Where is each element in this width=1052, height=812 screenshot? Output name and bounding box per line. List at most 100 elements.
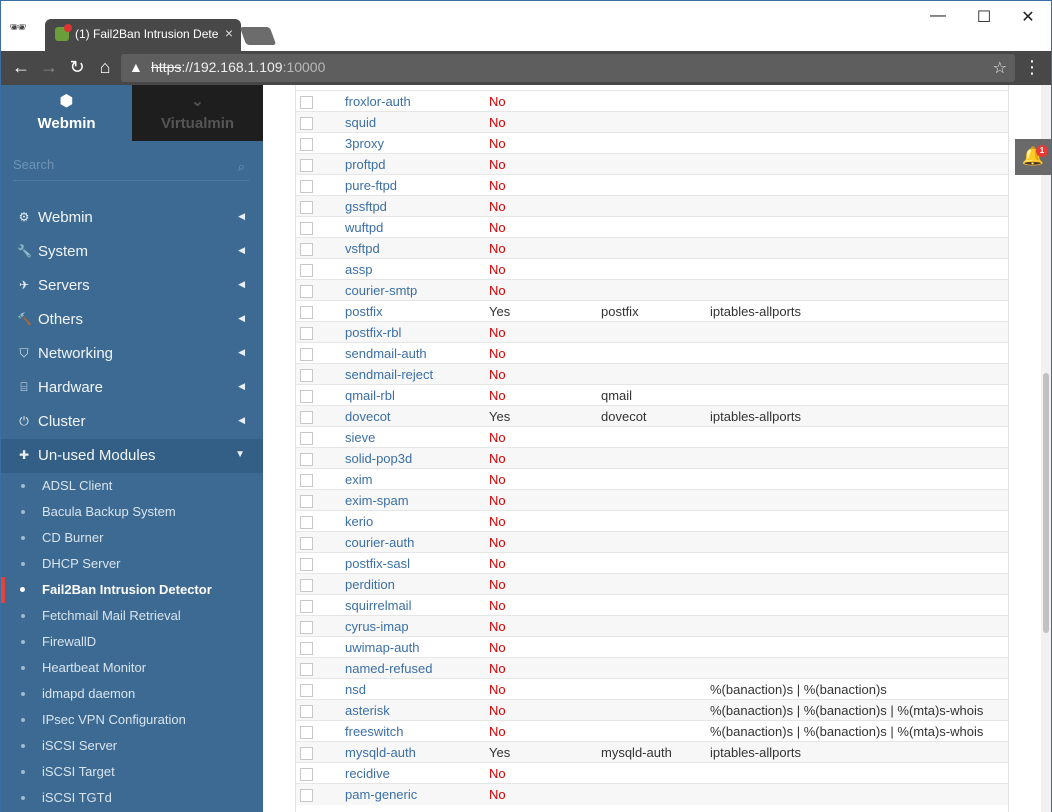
- jail-name-link[interactable]: sieve: [345, 426, 489, 448]
- address-bar[interactable]: ▲ https://192.168.1.109:10000 ☆: [121, 54, 1015, 82]
- jail-name-link[interactable]: kerio: [345, 510, 489, 532]
- sidebar-subitem-fetchmail[interactable]: Fetchmail Mail Retrieval: [1, 603, 263, 629]
- jail-name-link[interactable]: uwimap-auth: [345, 636, 489, 658]
- sidebar-subitem-adsl-client[interactable]: ADSL Client: [1, 473, 263, 499]
- row-checkbox[interactable]: [300, 221, 313, 235]
- sidebar-item-system[interactable]: 🔧 System ◀: [1, 235, 263, 269]
- jail-name-link[interactable]: gssftpd: [345, 195, 489, 217]
- reload-icon[interactable]: ↻: [65, 57, 89, 78]
- home-icon[interactable]: ⌂: [93, 57, 117, 78]
- bookmark-star-icon[interactable]: ☆: [993, 58, 1007, 78]
- jail-name-link[interactable]: wuftpd: [345, 216, 489, 238]
- row-checkbox[interactable]: [300, 452, 313, 466]
- row-checkbox[interactable]: [300, 263, 313, 277]
- jail-name-link[interactable]: squid: [345, 111, 489, 133]
- jail-name-link[interactable]: asterisk: [345, 699, 489, 721]
- jail-name-link[interactable]: exim-spam: [345, 489, 489, 511]
- row-checkbox[interactable]: [300, 347, 313, 361]
- row-checkbox[interactable]: [300, 473, 313, 487]
- forward-icon[interactable]: →: [37, 57, 61, 78]
- row-checkbox[interactable]: [300, 578, 313, 592]
- row-checkbox[interactable]: [300, 620, 313, 634]
- jail-name-link[interactable]: courier-auth: [345, 531, 489, 553]
- row-checkbox[interactable]: [300, 179, 313, 193]
- back-icon[interactable]: ←: [9, 57, 33, 78]
- row-checkbox[interactable]: [300, 242, 313, 256]
- sidebar-subitem-cd-burner[interactable]: CD Burner: [1, 525, 263, 551]
- scrollbar-thumb[interactable]: [1043, 373, 1049, 633]
- row-checkbox[interactable]: [300, 704, 313, 718]
- sidebar-subitem-iscsi-tgtd[interactable]: iSCSI TGTd: [1, 785, 263, 811]
- sidebar-subitem-bacula[interactable]: Bacula Backup System: [1, 499, 263, 525]
- sidebar-item-hardware[interactable]: ⌸ Hardware ◀: [1, 371, 263, 405]
- jail-name-link[interactable]: 3proxy: [345, 132, 489, 154]
- row-checkbox[interactable]: [300, 788, 313, 802]
- jail-name-link[interactable]: recidive: [345, 762, 489, 784]
- sidebar-item-unused-modules[interactable]: ✚ Un-used Modules ▼: [1, 439, 263, 473]
- search-icon[interactable]: ⌕: [238, 159, 245, 175]
- sidebar-subitem-firewalld[interactable]: FirewallD: [1, 629, 263, 655]
- row-checkbox[interactable]: [300, 158, 313, 172]
- row-checkbox[interactable]: [300, 557, 313, 571]
- sidebar-subitem-heartbeat[interactable]: Heartbeat Monitor: [1, 655, 263, 681]
- jail-name-link[interactable]: qmail-rbl: [345, 384, 489, 406]
- sidebar-item-cluster[interactable]: ⏻ Cluster ◀: [1, 405, 263, 439]
- jail-name-link[interactable]: assp: [345, 258, 489, 280]
- sidebar-subitem-ipsec[interactable]: IPsec VPN Configuration: [1, 707, 263, 733]
- sidebar-subitem-dhcp-server[interactable]: DHCP Server: [1, 551, 263, 577]
- row-checkbox[interactable]: [300, 683, 313, 697]
- sidebar-subitem-idmapd[interactable]: idmapd daemon: [1, 681, 263, 707]
- jail-name-link[interactable]: proftpd: [345, 153, 489, 175]
- sidebar-subitem-fail2ban[interactable]: Fail2Ban Intrusion Detector: [1, 577, 263, 603]
- sidebar-subitem-iscsi-server[interactable]: iSCSI Server: [1, 733, 263, 759]
- jail-name-link[interactable]: postfix-sasl: [345, 552, 489, 574]
- jail-name-link[interactable]: perdition: [345, 573, 489, 595]
- browser-tab[interactable]: (1) Fail2Ban Intrusion Dete ×: [45, 19, 241, 51]
- row-checkbox[interactable]: [300, 389, 313, 403]
- row-checkbox[interactable]: [300, 641, 313, 655]
- row-checkbox[interactable]: [300, 494, 313, 508]
- row-checkbox[interactable]: [300, 200, 313, 214]
- sidebar-item-webmin[interactable]: ⚙ Webmin ◀: [1, 201, 263, 235]
- jail-name-link[interactable]: dovecot: [345, 405, 489, 427]
- jail-name-link[interactable]: vsftpd: [345, 237, 489, 259]
- row-checkbox[interactable]: [300, 305, 313, 319]
- jail-name-link[interactable]: squirrelmail: [345, 594, 489, 616]
- jail-name-link[interactable]: froxlor-auth: [345, 90, 489, 112]
- tab-close-icon[interactable]: ×: [225, 25, 233, 41]
- jail-name-link[interactable]: postfix: [345, 300, 489, 322]
- virtualmin-switch[interactable]: ⌄ Virtualmin: [132, 85, 263, 141]
- minimize-icon[interactable]: —: [915, 7, 961, 25]
- browser-menu-icon[interactable]: ⋮: [1023, 57, 1041, 78]
- sidebar-subitem-iscsi-target[interactable]: iSCSI Target: [1, 759, 263, 785]
- close-window-icon[interactable]: ✕: [1005, 7, 1051, 27]
- new-tab-button[interactable]: [239, 27, 277, 45]
- jail-name-link[interactable]: named-refused: [345, 657, 489, 679]
- row-checkbox[interactable]: [300, 368, 313, 382]
- jail-name-link[interactable]: mysqld-auth: [345, 741, 489, 763]
- notifications-button[interactable]: 🔔 1: [1015, 139, 1051, 175]
- jail-name-link[interactable]: exim: [345, 468, 489, 490]
- jail-name-link[interactable]: sendmail-auth: [345, 342, 489, 364]
- jail-name-link[interactable]: freeswitch: [345, 720, 489, 742]
- search-input[interactable]: Search ⌕: [13, 157, 249, 181]
- row-checkbox[interactable]: [300, 137, 313, 151]
- sidebar-item-servers[interactable]: ✈ Servers ◀: [1, 269, 263, 303]
- row-checkbox[interactable]: [300, 536, 313, 550]
- row-checkbox[interactable]: [300, 662, 313, 676]
- row-checkbox[interactable]: [300, 284, 313, 298]
- row-checkbox[interactable]: [300, 599, 313, 613]
- jail-name-link[interactable]: pure-ftpd: [345, 174, 489, 196]
- row-checkbox[interactable]: [300, 746, 313, 760]
- row-checkbox[interactable]: [300, 515, 313, 529]
- row-checkbox[interactable]: [300, 431, 313, 445]
- jail-name-link[interactable]: solid-pop3d: [345, 447, 489, 469]
- jail-name-link[interactable]: cyrus-imap: [345, 615, 489, 637]
- sidebar-item-others[interactable]: 🔨 Others ◀: [1, 303, 263, 337]
- jail-name-link[interactable]: nsd: [345, 678, 489, 700]
- maximize-icon[interactable]: ☐: [961, 7, 1007, 27]
- row-checkbox[interactable]: [300, 116, 313, 130]
- row-checkbox[interactable]: [300, 326, 313, 340]
- row-checkbox[interactable]: [300, 95, 313, 109]
- jail-name-link[interactable]: courier-smtp: [345, 279, 489, 301]
